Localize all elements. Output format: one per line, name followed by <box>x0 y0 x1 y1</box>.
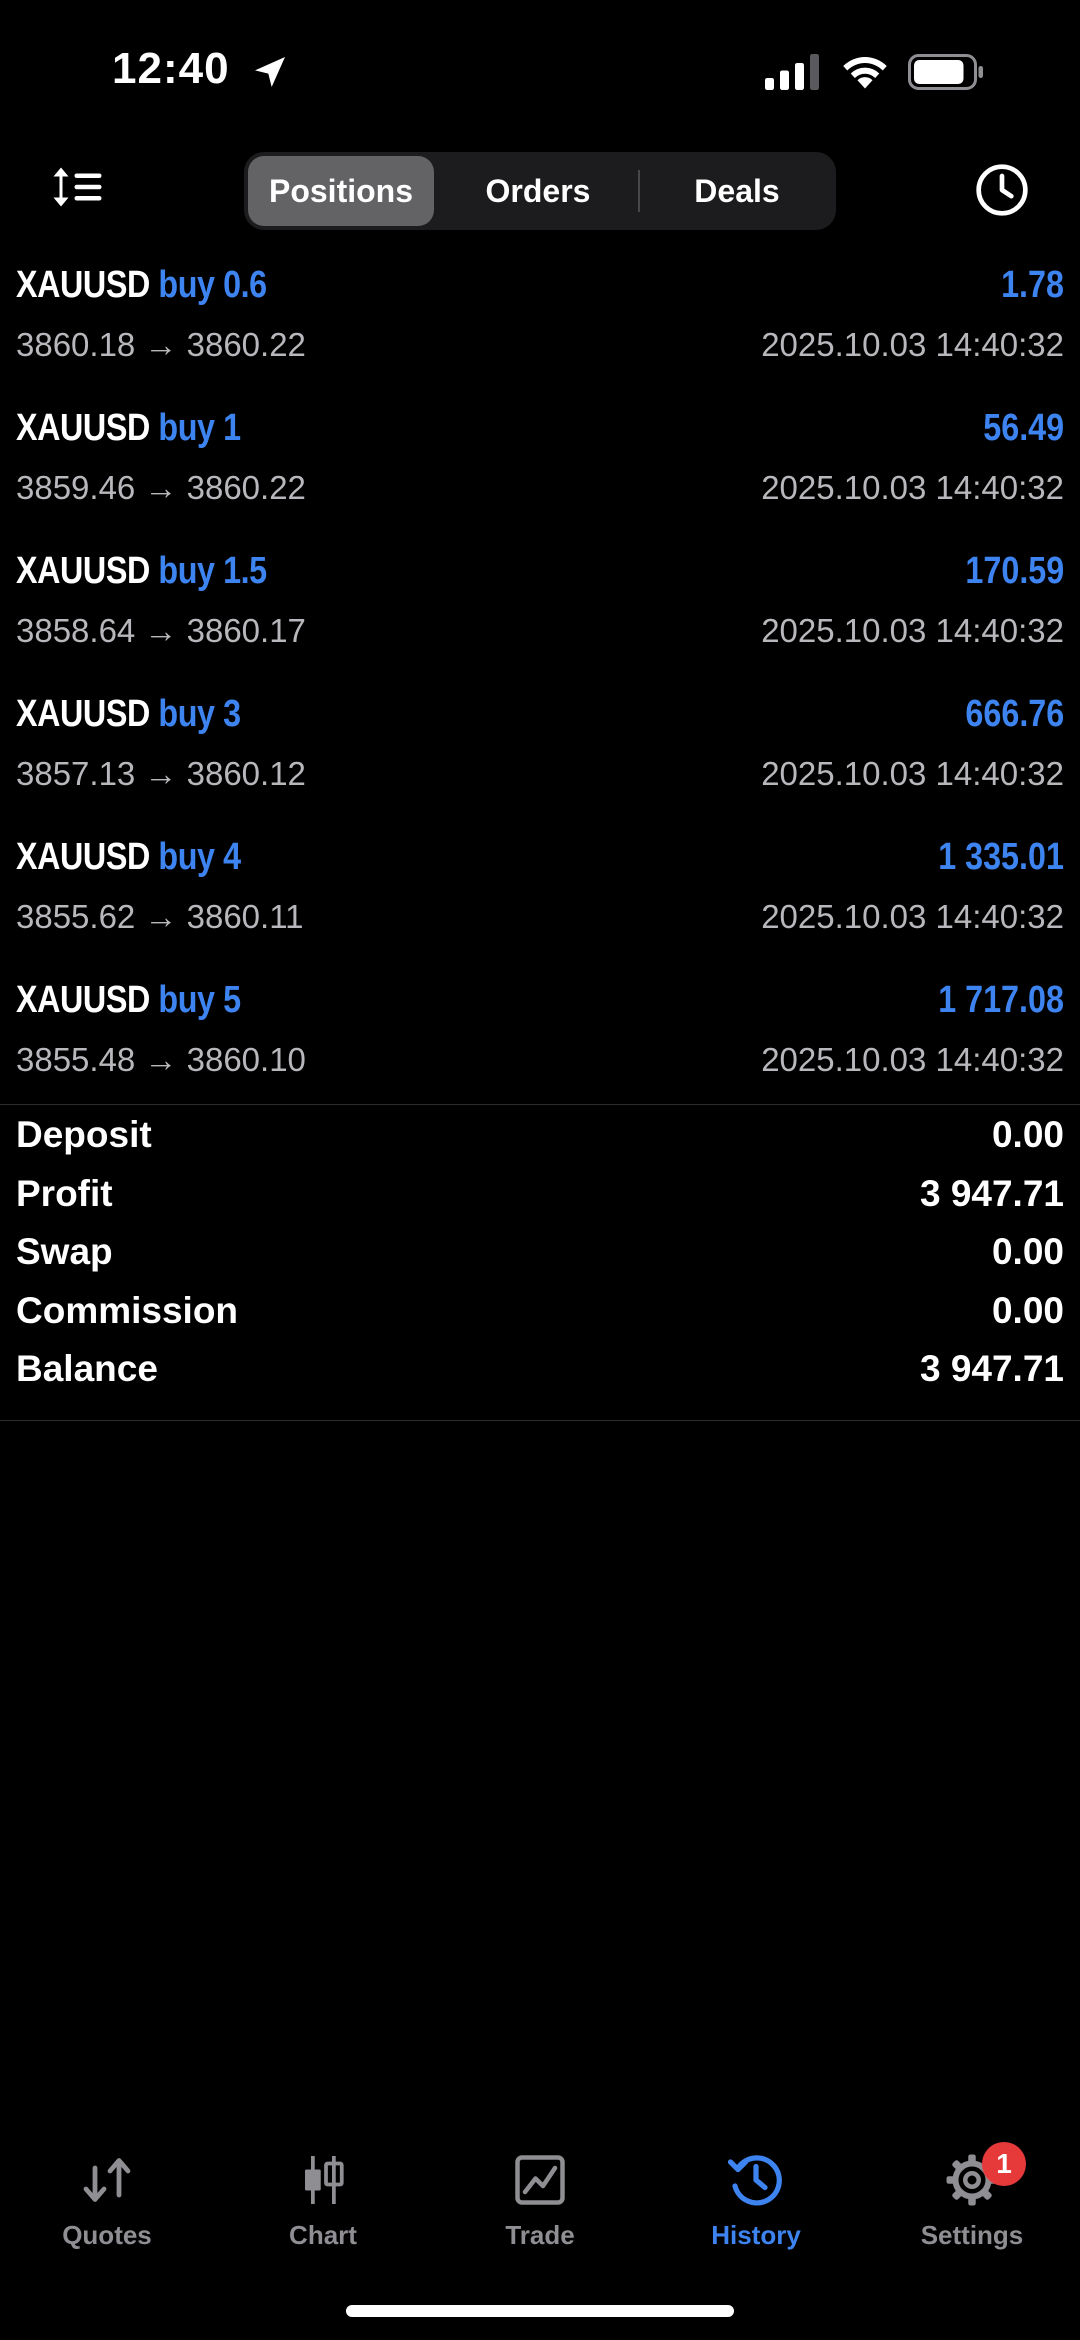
summary-row-profit: Profit 3 947.71 <box>0 1167 1080 1226</box>
deal-title: XAUUSD buy 0.6 <box>16 264 267 307</box>
deal-prices: 3859.46 → 3860.22 <box>16 469 306 506</box>
deal-prices: 3855.62 → 3860.11 <box>16 898 304 935</box>
summary-row-swap: Swap 0.00 <box>0 1225 1080 1284</box>
deal-datetime: 2025.10.03 14:40:32 <box>761 755 1064 792</box>
history-clock-icon <box>727 2155 782 2206</box>
deal-title: XAUUSD buy 1.5 <box>16 550 267 593</box>
deal-profit: 1 717.08 <box>938 979 1064 1021</box>
divider <box>0 1420 1080 1421</box>
summary-row-balance: Balance 3 947.71 <box>0 1342 1080 1401</box>
tab-label: Trade <box>505 2220 575 2250</box>
deal-title: XAUUSD buy 5 <box>16 979 241 1022</box>
summary-row-deposit: Deposit 0.00 <box>0 1108 1080 1167</box>
deal-profit: 1.78 <box>1001 264 1064 306</box>
tab-chart[interactable]: Chart <box>223 2130 423 2260</box>
deal-profit: 56.49 <box>983 407 1064 449</box>
deal-profit: 170.59 <box>965 550 1064 592</box>
quotes-arrows-icon <box>83 2158 131 2202</box>
clock-period-icon[interactable] <box>974 162 1030 218</box>
wifi-icon <box>843 56 887 89</box>
list-item[interactable]: XAUUSD buy 1.5 170.59 3858.64 → 3860.17 … <box>0 534 1080 677</box>
deal-symbol: XAUUSD <box>16 836 150 878</box>
summary-label: Deposit <box>16 1114 152 1155</box>
summary-value: 0.00 <box>991 1289 1064 1331</box>
deal-prices: 3860.18 → 3860.22 <box>16 326 306 363</box>
list-item[interactable]: XAUUSD buy 0.6 1.78 3860.18 → 3860.22 20… <box>0 248 1080 391</box>
summary-value: 0.00 <box>991 1231 1064 1272</box>
tab-positions[interactable]: Positions <box>248 156 434 226</box>
bottom-tab-bar: Quotes Chart Trade History Settings 1 <box>0 2130 1080 2260</box>
summary-value: 0.00 <box>991 1114 1064 1155</box>
deal-symbol: XAUUSD <box>16 407 150 449</box>
deal-symbol: XAUUSD <box>16 693 150 735</box>
deal-datetime: 2025.10.03 14:40:32 <box>761 469 1064 506</box>
deal-profit: 1 335.01 <box>938 836 1064 878</box>
deal-side: buy 0.6 <box>158 264 267 306</box>
deal-title: XAUUSD buy 4 <box>16 836 241 879</box>
deal-profit: 666.76 <box>965 693 1064 735</box>
tab-settings[interactable]: Settings 1 <box>872 2130 1072 2260</box>
deal-side: buy 1.5 <box>158 550 267 592</box>
deal-side: buy 4 <box>158 836 241 878</box>
deal-side: buy 5 <box>158 979 241 1021</box>
summary-label: Swap <box>16 1231 113 1272</box>
status-time: 12:40 <box>112 44 230 93</box>
deal-side: buy 1 <box>158 407 241 449</box>
summary-label: Profit <box>16 1172 113 1214</box>
deal-prices: 3855.48 → 3860.10 <box>16 1041 306 1078</box>
notification-badge: 1 <box>982 2142 1026 2186</box>
deal-symbol: XAUUSD <box>16 979 150 1021</box>
deal-symbol: XAUUSD <box>16 550 150 592</box>
tab-trade[interactable]: Trade <box>440 2130 640 2260</box>
tab-label: History <box>711 2220 801 2250</box>
list-item[interactable]: XAUUSD buy 5 1 717.08 3855.48 → 3860.10 … <box>0 963 1080 1106</box>
deal-prices: 3857.13 → 3860.12 <box>16 755 306 792</box>
segment-divider <box>638 170 640 212</box>
summary-label: Commission <box>16 1289 239 1331</box>
deal-symbol: XAUUSD <box>16 264 150 306</box>
history-view-segmented-control: Positions Orders Deals <box>244 152 836 230</box>
tab-deals[interactable]: Deals <box>642 156 832 226</box>
deals-list: XAUUSD buy 0.6 1.78 3860.18 → 3860.22 20… <box>0 248 1080 1106</box>
summary-label: Balance <box>16 1348 158 1389</box>
deal-side: buy 3 <box>158 693 241 735</box>
list-item[interactable]: XAUUSD buy 3 666.76 3857.13 → 3860.12 20… <box>0 677 1080 820</box>
home-indicator[interactable] <box>346 2305 734 2317</box>
summary-value: 3 947.71 <box>919 1348 1064 1389</box>
tab-label: Chart <box>289 2220 357 2250</box>
tab-label: Settings <box>920 2220 1024 2250</box>
location-arrow-icon <box>255 57 285 87</box>
summary-value: 3 947.71 <box>919 1172 1064 1214</box>
tab-history[interactable]: History <box>656 2130 856 2260</box>
sort-icon[interactable] <box>52 164 106 210</box>
tab-orders[interactable]: Orders <box>440 156 636 226</box>
tab-quotes[interactable]: Quotes <box>7 2130 207 2260</box>
deal-datetime: 2025.10.03 14:40:32 <box>761 612 1064 649</box>
deal-datetime: 2025.10.03 14:40:32 <box>761 1041 1064 1078</box>
status-bar: 12:40 <box>0 0 1080 140</box>
list-item[interactable]: XAUUSD buy 4 1 335.01 3855.62 → 3860.11 … <box>0 820 1080 963</box>
deal-title: XAUUSD buy 3 <box>16 693 241 736</box>
list-item[interactable]: XAUUSD buy 1 56.49 3859.46 → 3860.22 202… <box>0 391 1080 534</box>
battery-icon <box>908 54 983 90</box>
cellular-signal-icon <box>765 54 819 90</box>
summary-row-commission: Commission 0.00 <box>0 1284 1080 1343</box>
deal-datetime: 2025.10.03 14:40:32 <box>761 326 1064 363</box>
deal-title: XAUUSD buy 1 <box>16 407 241 450</box>
tab-label: Quotes <box>62 2220 152 2250</box>
trade-chart-icon <box>515 2155 565 2205</box>
deal-datetime: 2025.10.03 14:40:32 <box>761 898 1064 935</box>
deal-prices: 3858.64 → 3860.17 <box>16 612 306 649</box>
candlestick-icon <box>305 2156 344 2204</box>
divider <box>0 1104 1080 1105</box>
summary-section: Deposit 0.00 Profit 3 947.71 Swap 0.00 C… <box>0 1108 1080 1401</box>
